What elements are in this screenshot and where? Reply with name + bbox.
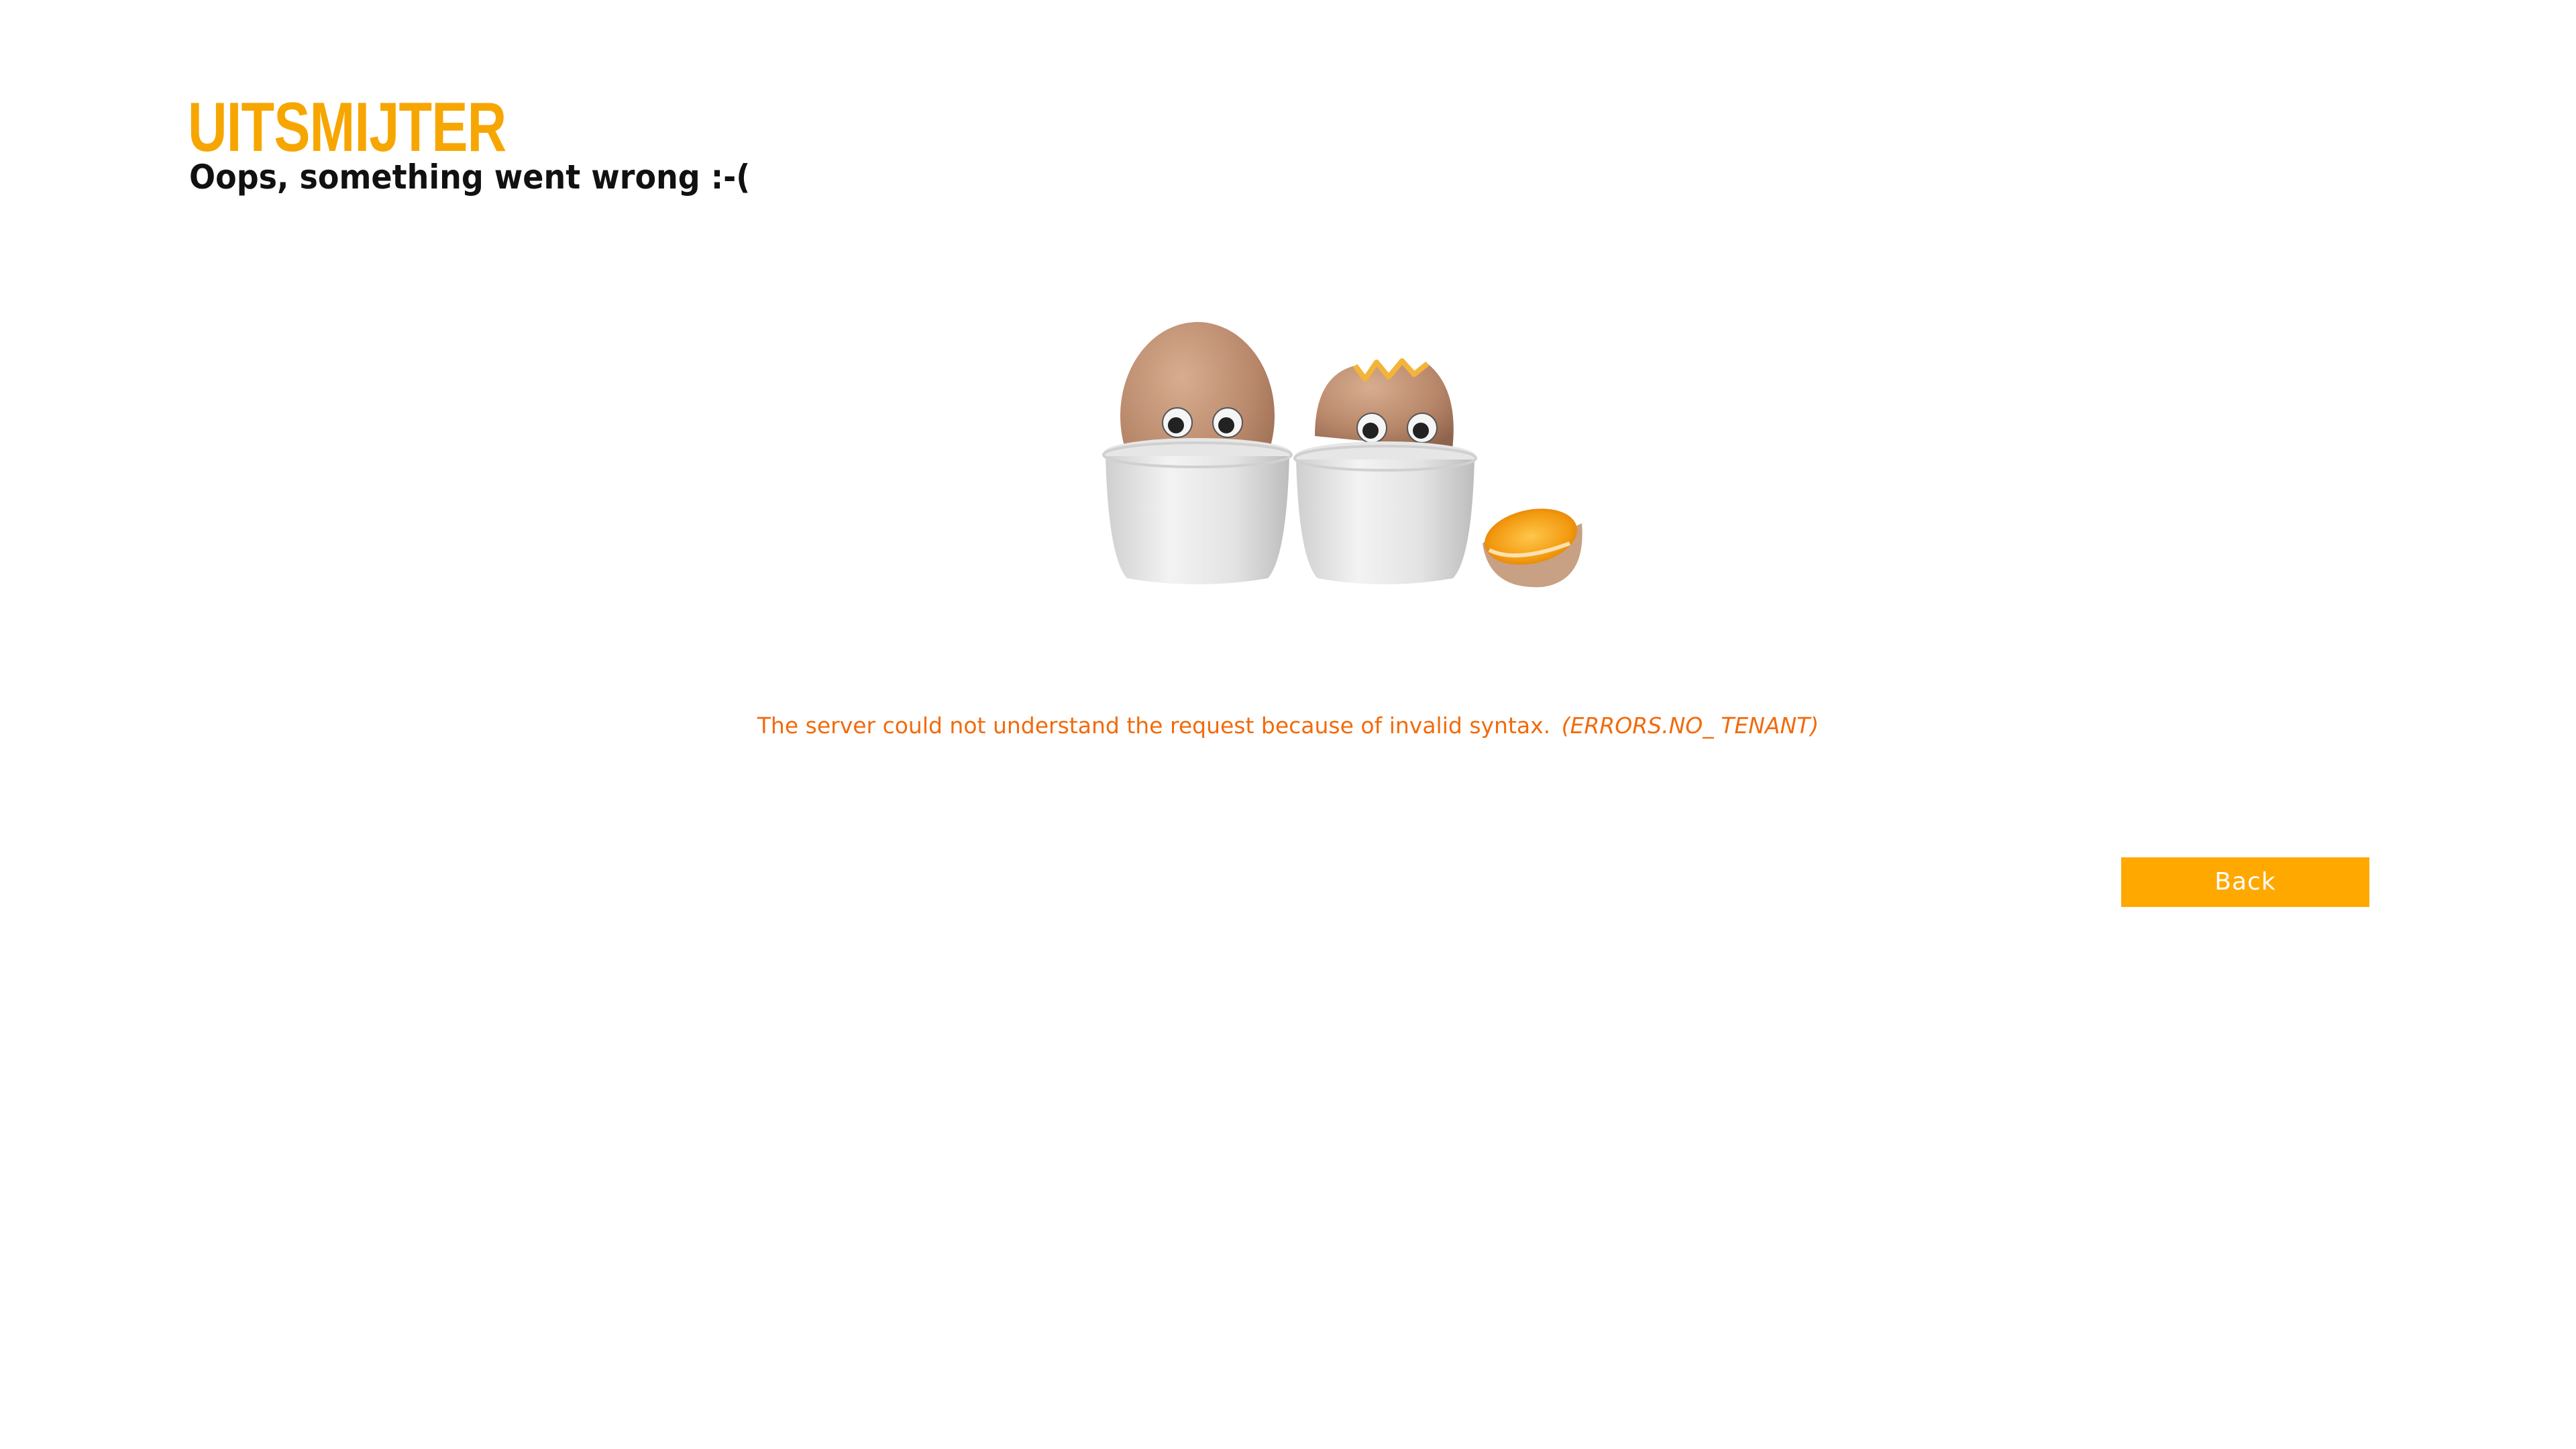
error-code: (ERRORS.NO_ TENANT) [1561,712,1819,739]
page-title: Oops, something went wrong :-( [189,158,751,197]
brand-logo: UITSMIJTER [188,89,506,166]
eggs-in-cups-icon [1102,322,1582,588]
back-button[interactable]: Back [2121,857,2369,907]
error-message: The server could not understand the requ… [0,712,2576,739]
error-text: The server could not understand the requ… [757,712,1551,739]
